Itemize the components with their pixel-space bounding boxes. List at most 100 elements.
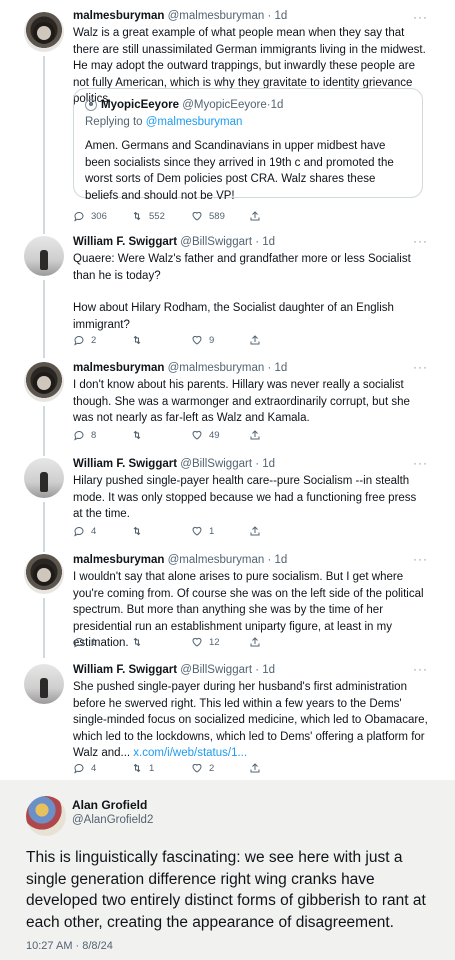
- share-button[interactable]: [249, 762, 307, 774]
- tweet-actions: 4 1 2: [73, 760, 428, 776]
- reply-button[interactable]: 4: [73, 762, 131, 774]
- like-button[interactable]: 2: [191, 762, 249, 774]
- display-name[interactable]: malmesburyman: [73, 554, 164, 566]
- handle[interactable]: @malmesburyman: [168, 554, 265, 566]
- handle[interactable]: @malmesburyman: [168, 10, 265, 22]
- retweet-count: 552: [149, 210, 165, 222]
- display-name[interactable]: William F. Swiggart: [73, 236, 177, 248]
- tweet-header: William F. Swiggart @BillSwiggart · 1d: [73, 457, 428, 472]
- share-icon: [250, 526, 260, 536]
- handle[interactable]: @malmesburyman: [168, 362, 265, 374]
- tweet-actions: 8 49: [73, 427, 428, 443]
- like-button[interactable]: 49: [191, 429, 249, 441]
- reply-button[interactable]: 8: [73, 429, 131, 441]
- timestamp[interactable]: 1d: [275, 10, 288, 22]
- reply-icon: [74, 638, 84, 648]
- handle[interactable]: @BillSwiggart: [180, 664, 252, 676]
- share-button[interactable]: [249, 525, 307, 537]
- replying-to: Replying to @malmesburyman: [85, 114, 411, 130]
- retweet-count: 1: [149, 762, 155, 774]
- like-count: 49: [209, 429, 220, 441]
- reply-button[interactable]: 4: [73, 525, 131, 537]
- quoted-tweet[interactable]: ☻ MyopicEeyore @MyopicEeyore · 1d Replyi…: [73, 88, 423, 202]
- reply-icon: [74, 212, 84, 222]
- avatar[interactable]: [24, 362, 64, 402]
- retweet-button[interactable]: [131, 525, 191, 537]
- timestamp[interactable]: 1d: [262, 664, 275, 676]
- handle[interactable]: @BillSwiggart: [180, 236, 252, 248]
- reply-icon: [74, 336, 84, 346]
- share-icon: [250, 211, 260, 221]
- display-name[interactable]: William F. Swiggart: [73, 458, 177, 470]
- like-count: 9: [209, 334, 215, 346]
- reply-icon: [74, 764, 84, 774]
- main-post-handle[interactable]: @AlanGrofield2: [72, 814, 153, 826]
- display-name[interactable]: malmesburyman: [73, 362, 164, 374]
- retweet-button[interactable]: [131, 334, 191, 346]
- tweet-actions: 4 1: [73, 523, 428, 539]
- retweet-icon: [133, 211, 141, 221]
- main-post-timestamp[interactable]: 10:27 AM · 8/8/24: [26, 940, 113, 952]
- tweet-actions: 1 12: [73, 634, 428, 650]
- quote-handle[interactable]: @MyopicEeyore: [182, 97, 267, 113]
- retweet-button[interactable]: 552: [131, 210, 191, 222]
- tweet-link[interactable]: x.com/i/web/status/1...: [133, 747, 247, 759]
- separator: ·: [264, 554, 275, 566]
- like-button[interactable]: 1: [191, 525, 249, 537]
- retweet-button[interactable]: [131, 429, 191, 441]
- share-button[interactable]: [249, 210, 307, 222]
- reply-icon: [74, 431, 84, 441]
- separator: ·: [264, 362, 275, 374]
- share-button[interactable]: [249, 636, 307, 648]
- like-button[interactable]: 9: [191, 334, 249, 346]
- tweet-text: Quaere: Were Walz's father and grandfath…: [73, 251, 428, 333]
- like-count: 2: [209, 762, 215, 774]
- reply-button[interactable]: 2: [73, 334, 131, 346]
- quote-timestamp[interactable]: 1d: [271, 97, 284, 113]
- avatar[interactable]: [24, 554, 64, 594]
- reply-icon: [74, 527, 84, 537]
- tweet-text: She pushed single-payer during her husba…: [73, 679, 428, 762]
- tweet-header: malmesburyman @malmesburyman · 1d: [73, 9, 428, 24]
- share-icon: [250, 430, 260, 440]
- display-name[interactable]: malmesburyman: [73, 10, 164, 22]
- tweet-header: malmesburyman @malmesburyman · 1d: [73, 361, 428, 376]
- like-button[interactable]: 589: [191, 210, 249, 222]
- reply-count: 4: [91, 525, 97, 537]
- main-post-display-name[interactable]: Alan Grofield: [72, 798, 147, 812]
- timestamp[interactable]: 1d: [275, 554, 288, 566]
- retweet-button[interactable]: 1: [131, 762, 191, 774]
- thread-line: [43, 502, 45, 552]
- thread-line: [43, 598, 45, 658]
- avatar[interactable]: [24, 12, 64, 52]
- timestamp[interactable]: 1d: [262, 458, 275, 470]
- replying-to-link[interactable]: @malmesburyman: [146, 116, 243, 128]
- reply-count: 2: [91, 334, 97, 346]
- reply-count: 4: [91, 762, 97, 774]
- reply-button[interactable]: 306: [73, 210, 131, 222]
- retweet-icon: [133, 637, 141, 647]
- timestamp[interactable]: 1d: [275, 362, 288, 374]
- heart-icon: [192, 526, 202, 536]
- avatar[interactable]: [24, 458, 64, 498]
- main-post-avatar[interactable]: [26, 796, 66, 836]
- retweet-button[interactable]: [131, 636, 191, 648]
- retweet-icon: [133, 335, 141, 345]
- quote-display-name[interactable]: MyopicEeyore: [101, 97, 179, 113]
- thread-line: [43, 406, 45, 456]
- reply-button[interactable]: 1: [73, 636, 131, 648]
- share-button[interactable]: [249, 334, 307, 346]
- retweet-icon: [133, 526, 141, 536]
- like-button[interactable]: 12: [191, 636, 249, 648]
- avatar[interactable]: [24, 236, 64, 276]
- avatar[interactable]: [24, 664, 64, 704]
- separator: ·: [252, 458, 263, 470]
- display-name[interactable]: William F. Swiggart: [73, 664, 177, 676]
- reply-count: 306: [91, 210, 107, 222]
- share-button[interactable]: [249, 429, 307, 441]
- timestamp[interactable]: 1d: [262, 236, 275, 248]
- retweet-icon: [133, 430, 141, 440]
- tweet-header: William F. Swiggart @BillSwiggart · 1d: [73, 663, 428, 678]
- handle[interactable]: @BillSwiggart: [180, 458, 252, 470]
- thread-line: [43, 280, 45, 358]
